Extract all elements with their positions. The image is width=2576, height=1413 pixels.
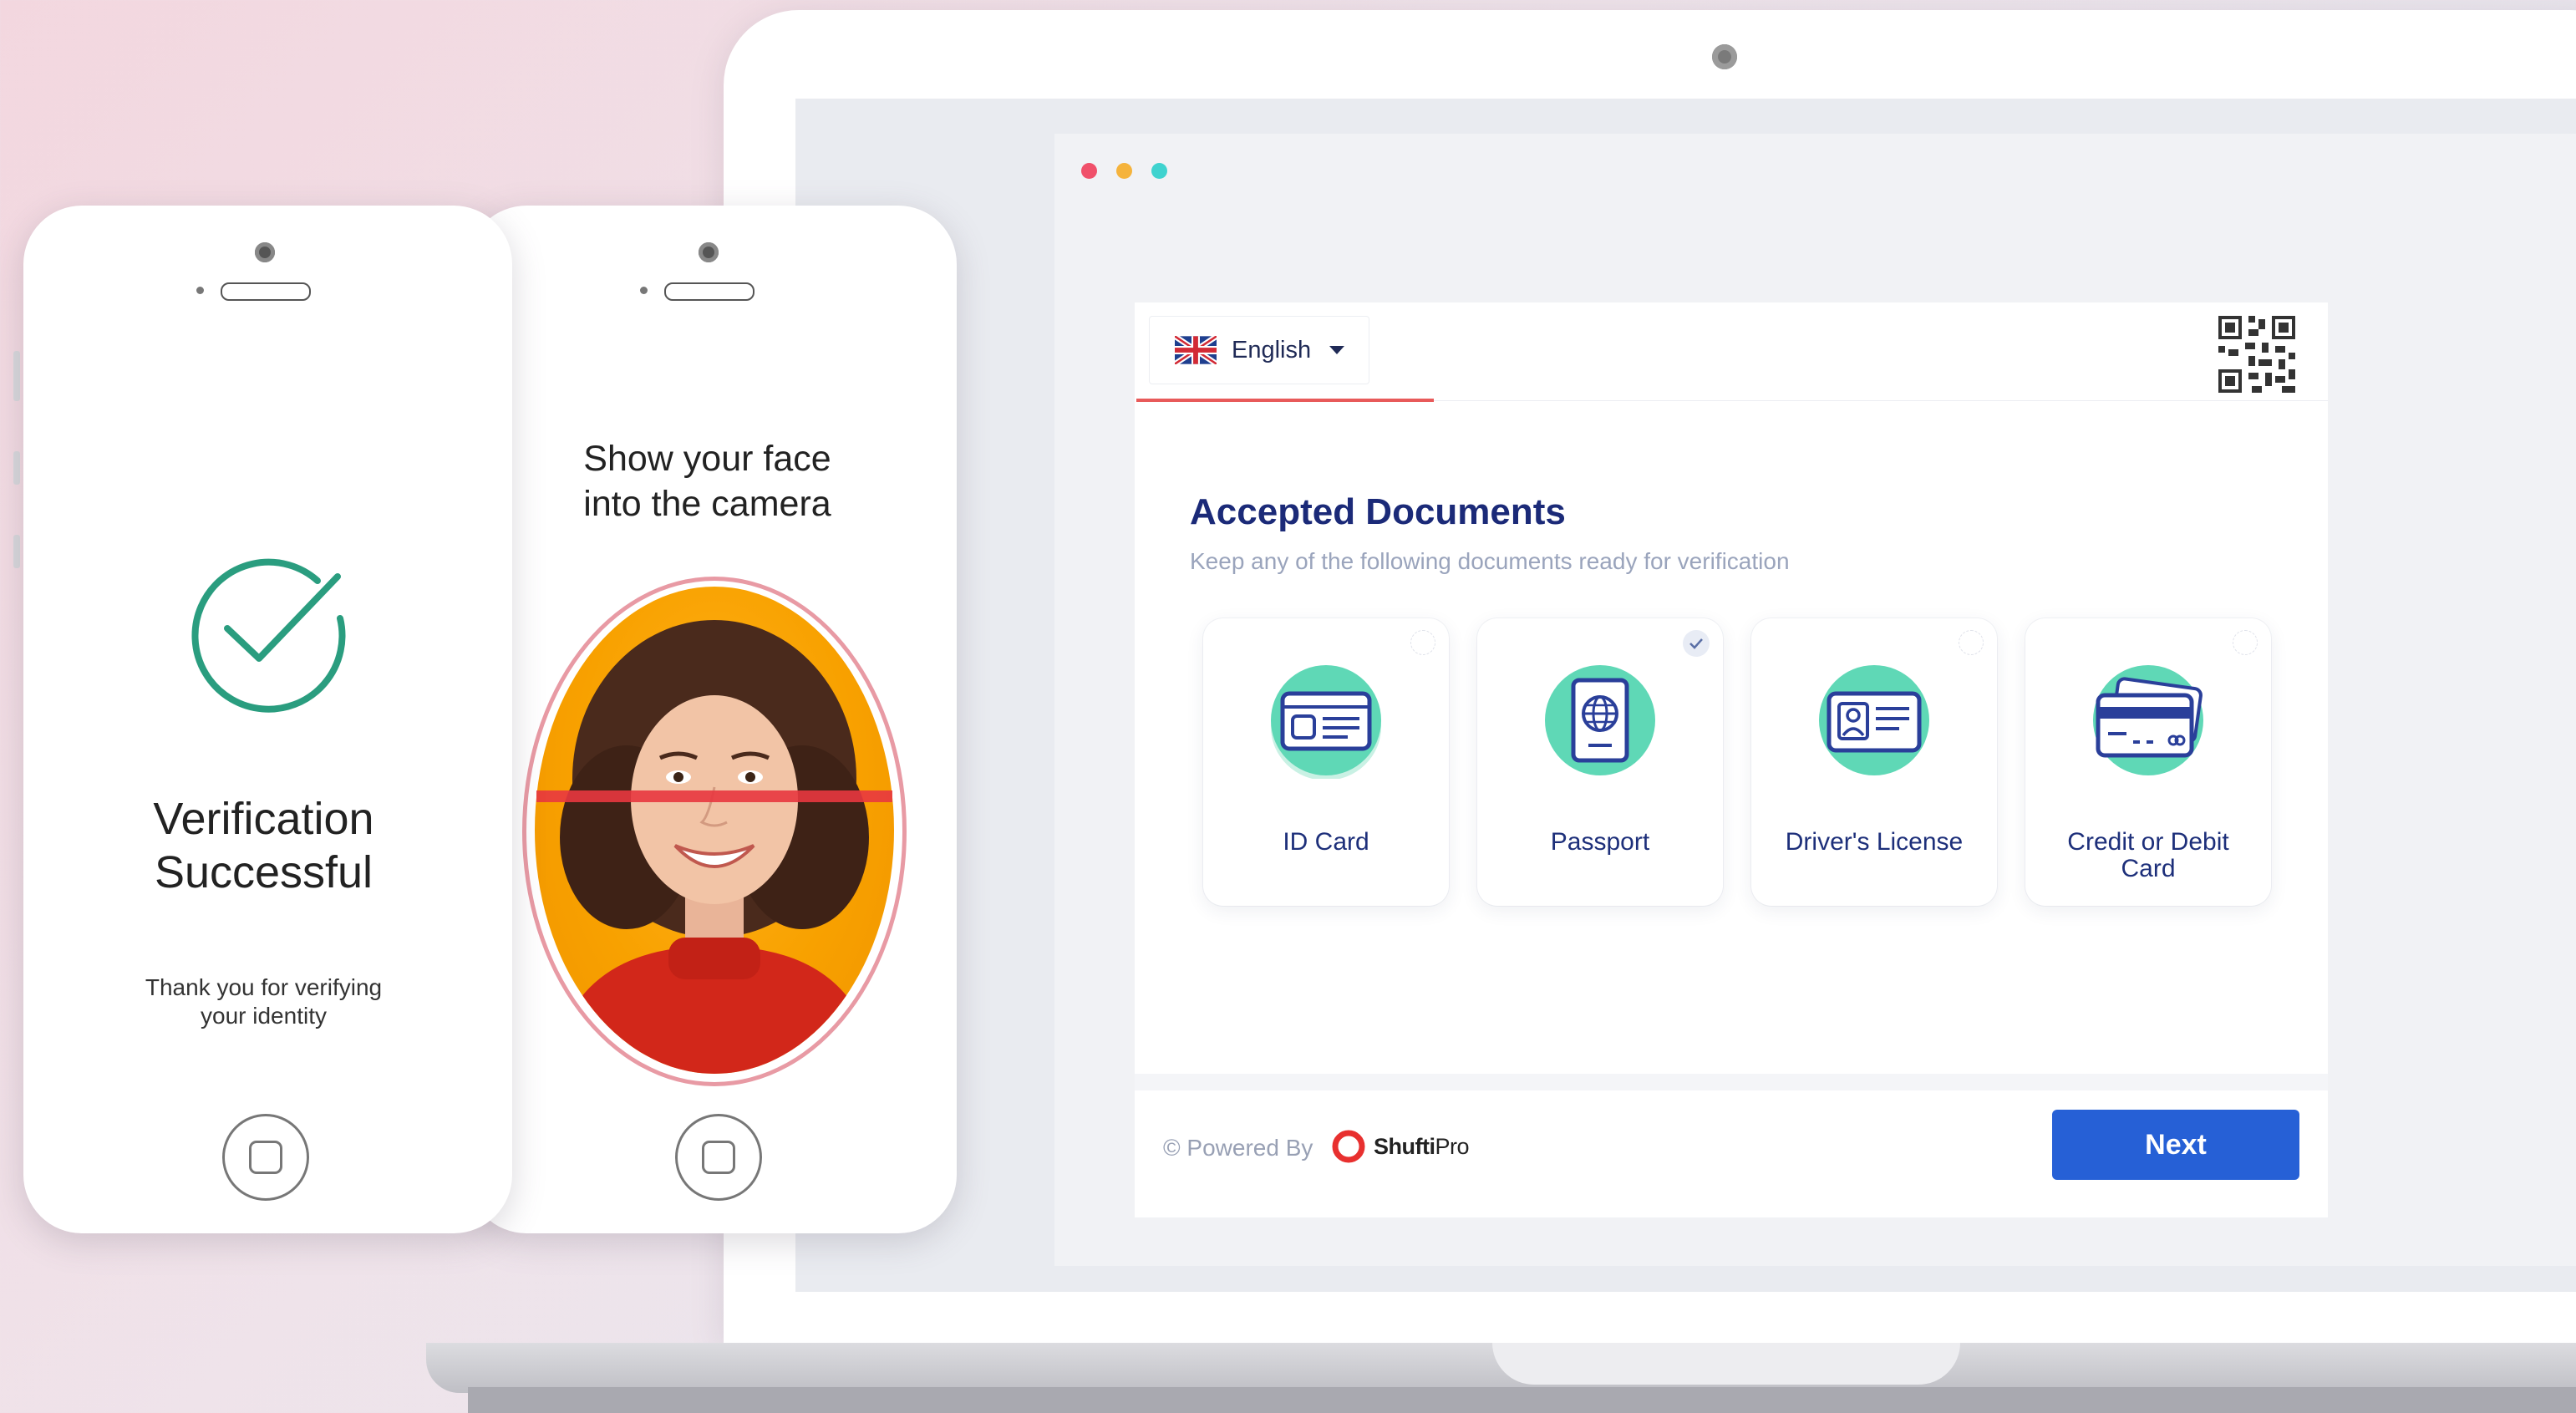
verification-success-message: Thank you for verifying your identity xyxy=(107,973,420,1030)
shufti-pro-logo-icon xyxy=(1332,1130,1365,1163)
phone-volume-up xyxy=(13,351,20,401)
phone-verification-success xyxy=(23,206,512,1233)
home-square-icon xyxy=(249,1141,282,1174)
success-message-line-2: your identity xyxy=(201,1003,327,1029)
face-instruction-line-2: into the camera xyxy=(583,484,831,524)
document-label: Passport xyxy=(1550,828,1650,856)
phone-speaker xyxy=(221,282,311,301)
face-portrait-icon xyxy=(551,620,877,1074)
verification-success-title: Verification Successful xyxy=(23,792,504,899)
accepted-documents-title: Accepted Documents xyxy=(1190,491,1566,532)
chevron-down-icon xyxy=(1329,346,1345,354)
drivers-license-icon xyxy=(1819,665,1929,775)
phone-camera xyxy=(255,242,275,262)
document-option-passport[interactable]: Passport xyxy=(1477,618,1723,906)
document-label: Driver's License xyxy=(1785,828,1964,856)
phone-camera xyxy=(699,242,719,262)
browser-close-dot[interactable] xyxy=(1081,163,1097,179)
brand-name-light: Pro xyxy=(1435,1134,1470,1159)
face-instruction: Show your face into the camera xyxy=(493,436,922,526)
document-option-drivers-license[interactable]: Driver's License xyxy=(1751,618,1997,906)
shufti-pro-brand: ShuftiPro xyxy=(1374,1134,1470,1160)
phone-sensor xyxy=(196,287,204,294)
language-label: English xyxy=(1232,336,1312,363)
face-instruction-line-1: Show your face xyxy=(583,439,831,479)
checkmark-icon[interactable] xyxy=(1683,630,1710,657)
browser-maximize-dot[interactable] xyxy=(1151,163,1167,179)
success-message-line-1: Thank you for verifying xyxy=(145,974,383,1000)
face-camera-view xyxy=(535,587,894,1074)
face-scan-line xyxy=(536,790,892,802)
document-option-id-card[interactable]: ID Card xyxy=(1203,618,1449,906)
phone-sensor xyxy=(640,287,648,294)
uk-flag-icon xyxy=(1175,336,1217,364)
document-radio[interactable] xyxy=(2233,630,2258,655)
id-card-icon xyxy=(1271,665,1381,779)
success-title-line-1: Verification xyxy=(153,794,374,844)
accepted-documents-subtitle: Keep any of the following documents read… xyxy=(1190,548,1790,574)
check-circle-icon xyxy=(191,558,346,713)
laptop-camera xyxy=(1712,44,1737,69)
phone-speaker xyxy=(664,282,755,301)
phone-home-button[interactable] xyxy=(222,1114,309,1201)
next-button[interactable]: Next xyxy=(2052,1110,2299,1180)
document-radio[interactable] xyxy=(1410,630,1435,655)
footer-divider xyxy=(1135,1074,2328,1090)
laptop-base-shadow xyxy=(468,1387,2576,1413)
home-square-icon xyxy=(702,1141,735,1174)
language-tab-underline xyxy=(1136,399,1434,402)
browser-minimize-dot[interactable] xyxy=(1116,163,1132,179)
language-selector[interactable]: English xyxy=(1149,316,1369,384)
laptop-hinge-notch xyxy=(1492,1343,1960,1385)
phone-home-button[interactable] xyxy=(675,1114,762,1201)
powered-by-text: © Powered By xyxy=(1163,1135,1313,1161)
credit-card-icon xyxy=(2093,665,2203,775)
document-label: Credit or Debit Card xyxy=(2067,828,2229,882)
qr-code-icon[interactable] xyxy=(2218,316,2295,393)
brand-name-bold: Shufti xyxy=(1374,1134,1435,1159)
success-title-line-2: Successful xyxy=(154,847,373,897)
phone-volume-down xyxy=(13,451,20,485)
document-label: ID Card xyxy=(1283,828,1369,856)
phone-mute-switch xyxy=(13,535,20,568)
document-option-credit-card[interactable]: Credit or Debit Card xyxy=(2025,618,2271,906)
document-radio[interactable] xyxy=(1959,630,1984,655)
passport-icon xyxy=(1545,665,1655,775)
